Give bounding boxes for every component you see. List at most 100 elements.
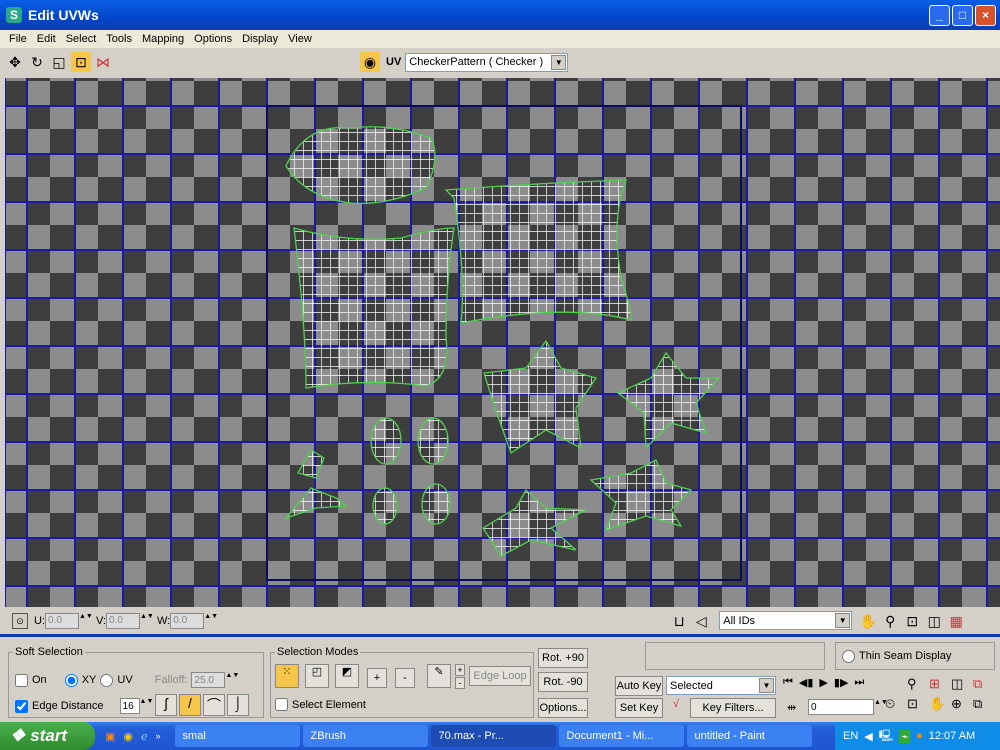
- falloff-spinner[interactable]: ▲▼: [225, 672, 239, 688]
- edge-distance-spinner[interactable]: ▲▼: [140, 698, 154, 714]
- v-input[interactable]: [106, 612, 140, 629]
- face-mode-icon[interactable]: ◩: [335, 664, 359, 688]
- menu-tools[interactable]: Tools: [106, 33, 132, 45]
- edge-loop-button[interactable]: Edge Loop: [469, 666, 531, 686]
- w-input[interactable]: [170, 612, 205, 629]
- texture-dropdown[interactable]: CheckerPattern ( Checker ) ▼: [405, 52, 569, 72]
- task-3dsmax[interactable]: 70.max - Pr...: [430, 725, 556, 747]
- task-zbrush[interactable]: ZBrush: [302, 725, 428, 747]
- u-input[interactable]: [45, 612, 79, 629]
- task-paint[interactable]: untitled - Paint: [686, 725, 812, 747]
- maximize-button[interactable]: □: [952, 5, 973, 26]
- zoom-region-icon[interactable]: ⊡: [907, 696, 929, 712]
- start-button[interactable]: ❖ start: [0, 722, 95, 750]
- brush-shrink-button[interactable]: -: [455, 677, 465, 689]
- network-icon[interactable]: 🖳: [879, 727, 894, 746]
- rotate-plus-90-button[interactable]: Rot. +90: [538, 648, 588, 668]
- time-configuration-icon[interactable]: ⏲: [885, 696, 907, 712]
- play-icon[interactable]: ▶: [819, 676, 827, 689]
- zoom-extents-icon[interactable]: ◫: [924, 611, 944, 631]
- feed-icon[interactable]: ⌁: [899, 729, 911, 743]
- menu-options[interactable]: Options: [194, 33, 232, 45]
- u-spinner[interactable]: ▲▼: [79, 613, 93, 629]
- falloff-input[interactable]: [191, 672, 226, 688]
- auto-key-button[interactable]: Auto Key: [615, 676, 663, 696]
- go-to-start-icon[interactable]: ⏮: [783, 676, 793, 689]
- vertex-mode-icon[interactable]: ⁙: [275, 664, 299, 688]
- falloff-slowout-icon[interactable]: ⌒: [203, 694, 225, 716]
- snap-icon[interactable]: ▦: [946, 611, 966, 631]
- edge-distance-input[interactable]: [119, 698, 140, 714]
- menu-view[interactable]: View: [288, 33, 312, 45]
- key-selection-dropdown[interactable]: Selected ▼: [666, 676, 776, 695]
- mirror-icon[interactable]: ⋈: [93, 52, 113, 72]
- language-indicator[interactable]: EN: [843, 730, 858, 742]
- ids-dropdown[interactable]: All IDs ▼: [719, 611, 853, 630]
- orbit-icon[interactable]: ⊕: [951, 696, 973, 712]
- menu-file[interactable]: File: [9, 33, 27, 45]
- v-spinner[interactable]: ▲▼: [140, 613, 154, 629]
- thin-seam-radio[interactable]: [842, 649, 855, 663]
- previous-frame-icon[interactable]: ◀▮: [799, 676, 814, 689]
- brush-grow-button[interactable]: +: [455, 664, 465, 676]
- key-filters-button[interactable]: Key Filters...: [690, 698, 776, 718]
- xy-radio[interactable]: [64, 673, 78, 687]
- edge-distance-checkbox[interactable]: [15, 699, 28, 713]
- go-to-end-icon[interactable]: ⏭: [854, 676, 864, 689]
- freeform-icon[interactable]: ⊡: [71, 52, 91, 72]
- grow-selection-button[interactable]: +: [367, 668, 387, 688]
- app-tray-icon[interactable]: ●: [916, 730, 923, 742]
- task-word[interactable]: Document1 - Mi...: [558, 725, 684, 747]
- falloff-smooth-icon[interactable]: ʃ: [155, 694, 177, 716]
- zoom-extents-icon[interactable]: ◫: [951, 676, 973, 692]
- zoom-region-icon[interactable]: ⊡: [902, 611, 922, 631]
- soft-selection-on-checkbox[interactable]: [15, 673, 28, 687]
- pan-icon[interactable]: ✋: [858, 611, 878, 631]
- menu-select[interactable]: Select: [66, 33, 97, 45]
- zoom-icon[interactable]: ⚲: [880, 611, 900, 631]
- maximize-viewport-icon[interactable]: ⧉: [973, 696, 995, 712]
- task-smal[interactable]: smal: [174, 725, 300, 747]
- menu-mapping[interactable]: Mapping: [142, 33, 184, 45]
- move-icon[interactable]: ✥: [5, 52, 25, 72]
- options-button[interactable]: Options...: [538, 698, 588, 718]
- next-frame-icon[interactable]: ▮▶: [834, 676, 849, 689]
- frame-spinner[interactable]: ▲▼: [874, 699, 888, 715]
- lock-icon[interactable]: ⊔: [669, 611, 689, 631]
- show-map-icon[interactable]: ◉: [360, 52, 380, 72]
- frame-input[interactable]: [808, 699, 874, 715]
- scale-icon[interactable]: ◱: [49, 52, 69, 72]
- zoom-extents-all-icon[interactable]: ⧉: [973, 676, 995, 692]
- filter-icon[interactable]: ◁: [691, 611, 711, 631]
- tray-expand-icon[interactable]: ◀: [864, 730, 872, 743]
- zoom-icon[interactable]: ⚲: [907, 676, 929, 692]
- select-element-checkbox[interactable]: [275, 698, 288, 711]
- ie-icon[interactable]: ℯ: [141, 730, 148, 743]
- uv-viewport[interactable]: [5, 78, 1000, 607]
- time-config-icon[interactable]: [885, 676, 907, 692]
- w-spinner[interactable]: ▲▼: [204, 613, 218, 629]
- key-mode-icon[interactable]: ⇹: [787, 701, 796, 714]
- rotate-icon[interactable]: ↻: [27, 52, 47, 72]
- falloff-linear-icon[interactable]: /: [179, 694, 201, 716]
- rotate-minus-90-button[interactable]: Rot. -90: [538, 672, 588, 692]
- menu-display[interactable]: Display: [242, 33, 278, 45]
- chrome-icon[interactable]: ◉: [123, 730, 133, 743]
- falloff-fastout-icon[interactable]: ⌡: [227, 694, 249, 716]
- paint-select-icon[interactable]: ✎: [427, 664, 451, 688]
- edge-mode-icon[interactable]: ◰: [305, 664, 329, 688]
- quicklaunch-icon[interactable]: ▣: [105, 730, 115, 743]
- uv-toggle[interactable]: UV: [386, 56, 401, 68]
- pan-icon[interactable]: ✋: [929, 696, 951, 712]
- zoom-all-icon[interactable]: ⊞: [929, 676, 951, 692]
- close-button[interactable]: ×: [975, 5, 996, 26]
- curve-editor-icon[interactable]: √: [666, 698, 686, 718]
- uv-radio[interactable]: [100, 673, 114, 687]
- absolute-offset-icon[interactable]: ⊙: [12, 612, 28, 629]
- menu-edit[interactable]: Edit: [37, 33, 56, 45]
- set-key-button[interactable]: Set Key: [615, 698, 663, 718]
- w-label: W:: [157, 614, 171, 627]
- more-icon[interactable]: »: [156, 731, 161, 741]
- shrink-selection-button[interactable]: -: [395, 668, 415, 688]
- minimize-button[interactable]: _: [929, 5, 950, 26]
